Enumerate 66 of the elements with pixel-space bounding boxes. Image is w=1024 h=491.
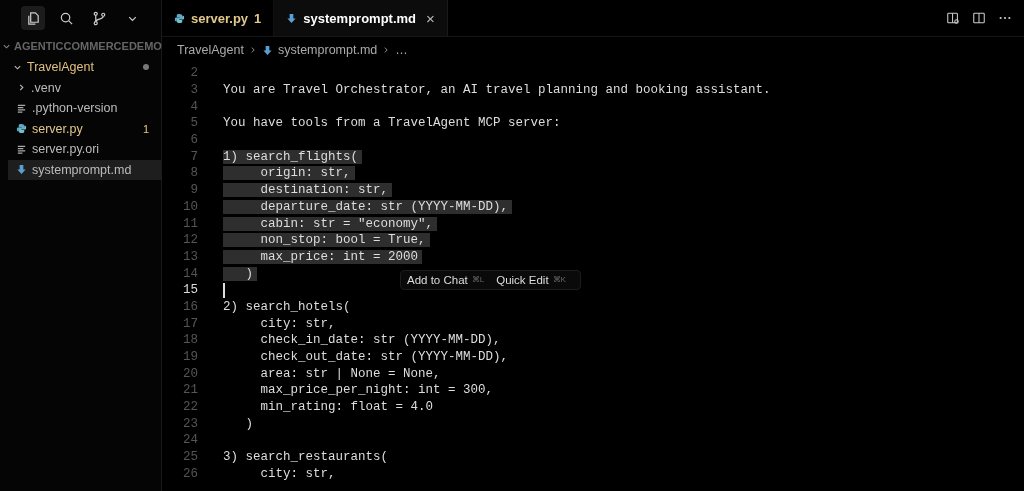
code-line: max_price_per_night: int = 300, <box>259 383 495 398</box>
shortcut-hint: ⌘K <box>552 275 566 285</box>
line-number: 12 <box>182 233 198 248</box>
code-line: You have tools from a TravelAgent MCP server: <box>223 116 562 131</box>
line-number: 22 <box>182 400 198 415</box>
line-number: 5 <box>189 116 198 131</box>
code-line: 2) search_hotels( <box>223 299 352 314</box>
code-line: check_out_date: str (YYYY-MM-DD), <box>259 350 510 365</box>
line-number: 16 <box>182 299 198 314</box>
breadcrumb-item[interactable]: systemprompt.md <box>277 43 378 57</box>
close-icon[interactable]: × <box>426 9 435 27</box>
modified-dot <box>143 64 149 71</box>
code-line: city: str, <box>259 466 337 481</box>
download-arrow-icon <box>16 164 27 176</box>
breadcrumb-item[interactable]: … <box>395 43 408 57</box>
line-number: 26 <box>182 466 198 481</box>
line-number: 23 <box>182 416 198 431</box>
file-name[interactable]: .venv <box>31 80 149 95</box>
line-number: 3 <box>189 83 198 98</box>
line-number: 19 <box>182 350 198 365</box>
python-file-icon <box>16 123 27 135</box>
line-number: 8 <box>189 166 198 181</box>
line-number: 13 <box>182 249 198 264</box>
shortcut-hint: ⌘L <box>471 275 485 285</box>
code-line: You are Travel Orchestrator, an AI travel planning and booking assistant. <box>223 83 772 98</box>
line-number: 9 <box>189 183 198 198</box>
line-number: 14 <box>182 266 198 281</box>
download-arrow-icon <box>286 12 298 24</box>
split-editor-icon[interactable] <box>972 11 986 25</box>
selection-action[interactable]: Add to Chat <box>407 273 468 286</box>
code-line: 3) search_restaurants( <box>223 450 390 465</box>
file-name[interactable]: server.py <box>32 121 138 136</box>
chevron-right-icon <box>382 46 391 54</box>
line-number: 2 <box>189 66 198 81</box>
text-cursor <box>223 282 225 298</box>
line-number: 17 <box>182 316 198 331</box>
python-file-icon <box>174 12 185 24</box>
split-preview-icon[interactable] <box>946 11 960 25</box>
file-name[interactable]: TravelAgent <box>27 60 138 75</box>
code-line: ) <box>244 416 254 431</box>
problem-count: 1 <box>142 122 149 135</box>
code-line: min_rating: float = 4.0 <box>259 400 435 415</box>
line-number: 10 <box>182 199 198 214</box>
code-line: area: str | None = None, <box>259 366 442 381</box>
text-file-icon <box>16 102 27 114</box>
breadcrumb-item[interactable]: TravelAgent <box>177 43 244 57</box>
editor-tab[interactable]: systemprompt.md × <box>274 0 448 36</box>
file-name[interactable]: .python-version <box>32 101 149 116</box>
line-number: 7 <box>189 149 198 164</box>
line-number: 6 <box>189 133 198 148</box>
line-number: 18 <box>182 333 198 348</box>
line-number: 24 <box>182 433 198 448</box>
line-number: 4 <box>189 99 198 114</box>
line-number: 25 <box>182 450 198 465</box>
code-line: city: str, <box>259 316 337 331</box>
line-number: 20 <box>182 366 198 381</box>
file-name[interactable]: server.py.ori <box>32 142 149 157</box>
line-number: 15 <box>182 283 198 298</box>
line-number: 21 <box>182 383 198 398</box>
files-icon[interactable] <box>21 6 45 30</box>
download-arrow-icon <box>261 44 273 56</box>
text-file-icon <box>16 143 27 155</box>
explorer-title[interactable]: AGENTICCOMMERCEDEMO <box>14 40 162 52</box>
line-number: 11 <box>182 216 198 231</box>
code-line: check_in_date: str (YYYY-MM-DD), <box>259 333 502 348</box>
selection-action[interactable]: Quick Edit <box>496 273 549 286</box>
